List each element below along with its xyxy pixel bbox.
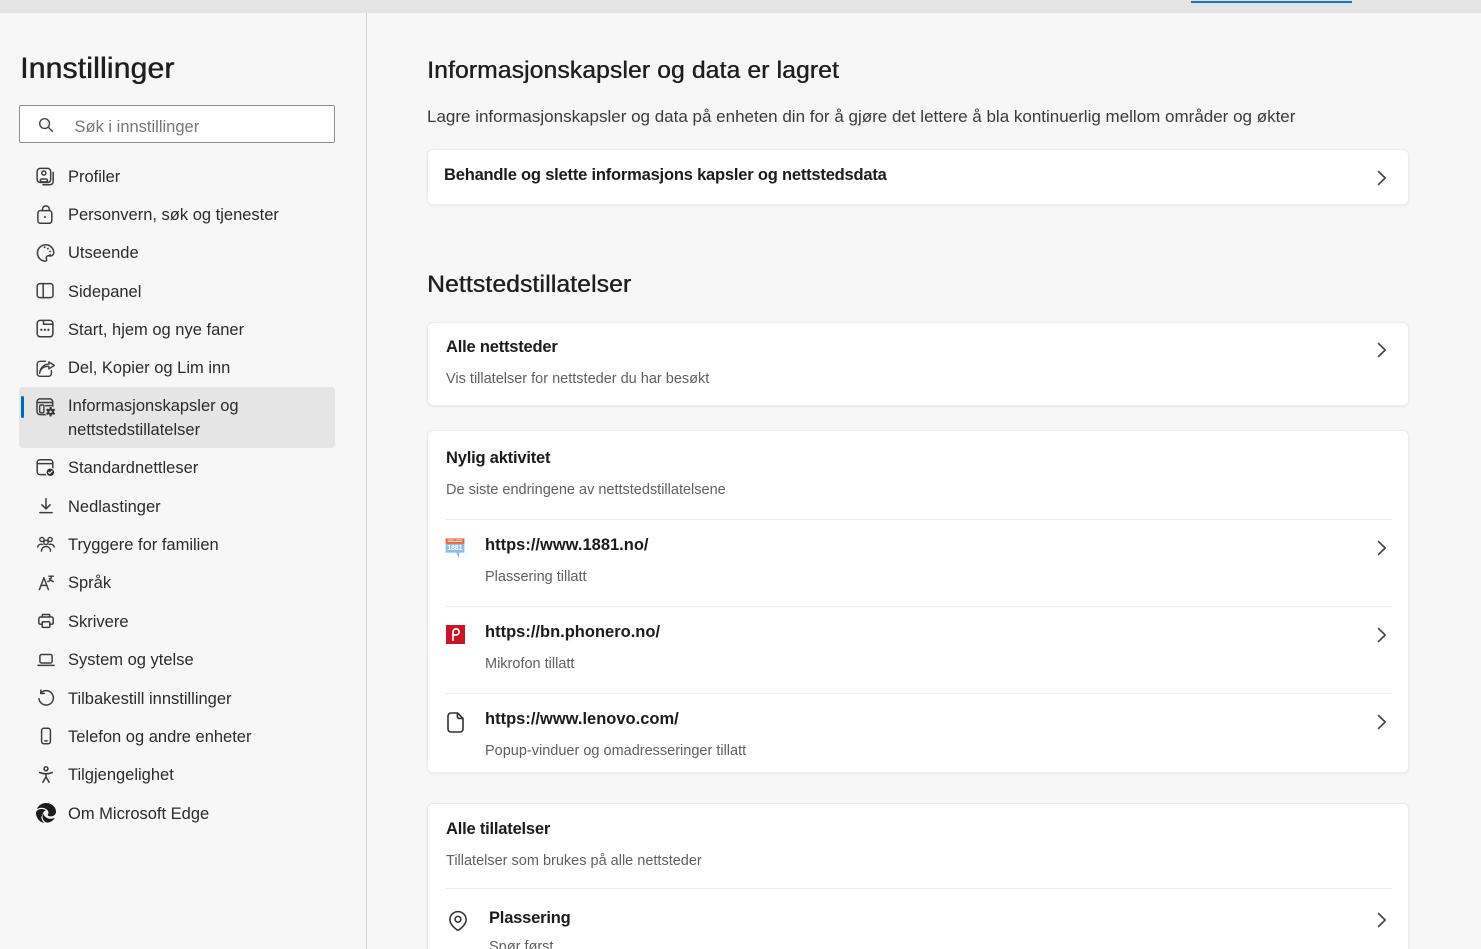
svg-text:1881: 1881 [448,543,463,552]
